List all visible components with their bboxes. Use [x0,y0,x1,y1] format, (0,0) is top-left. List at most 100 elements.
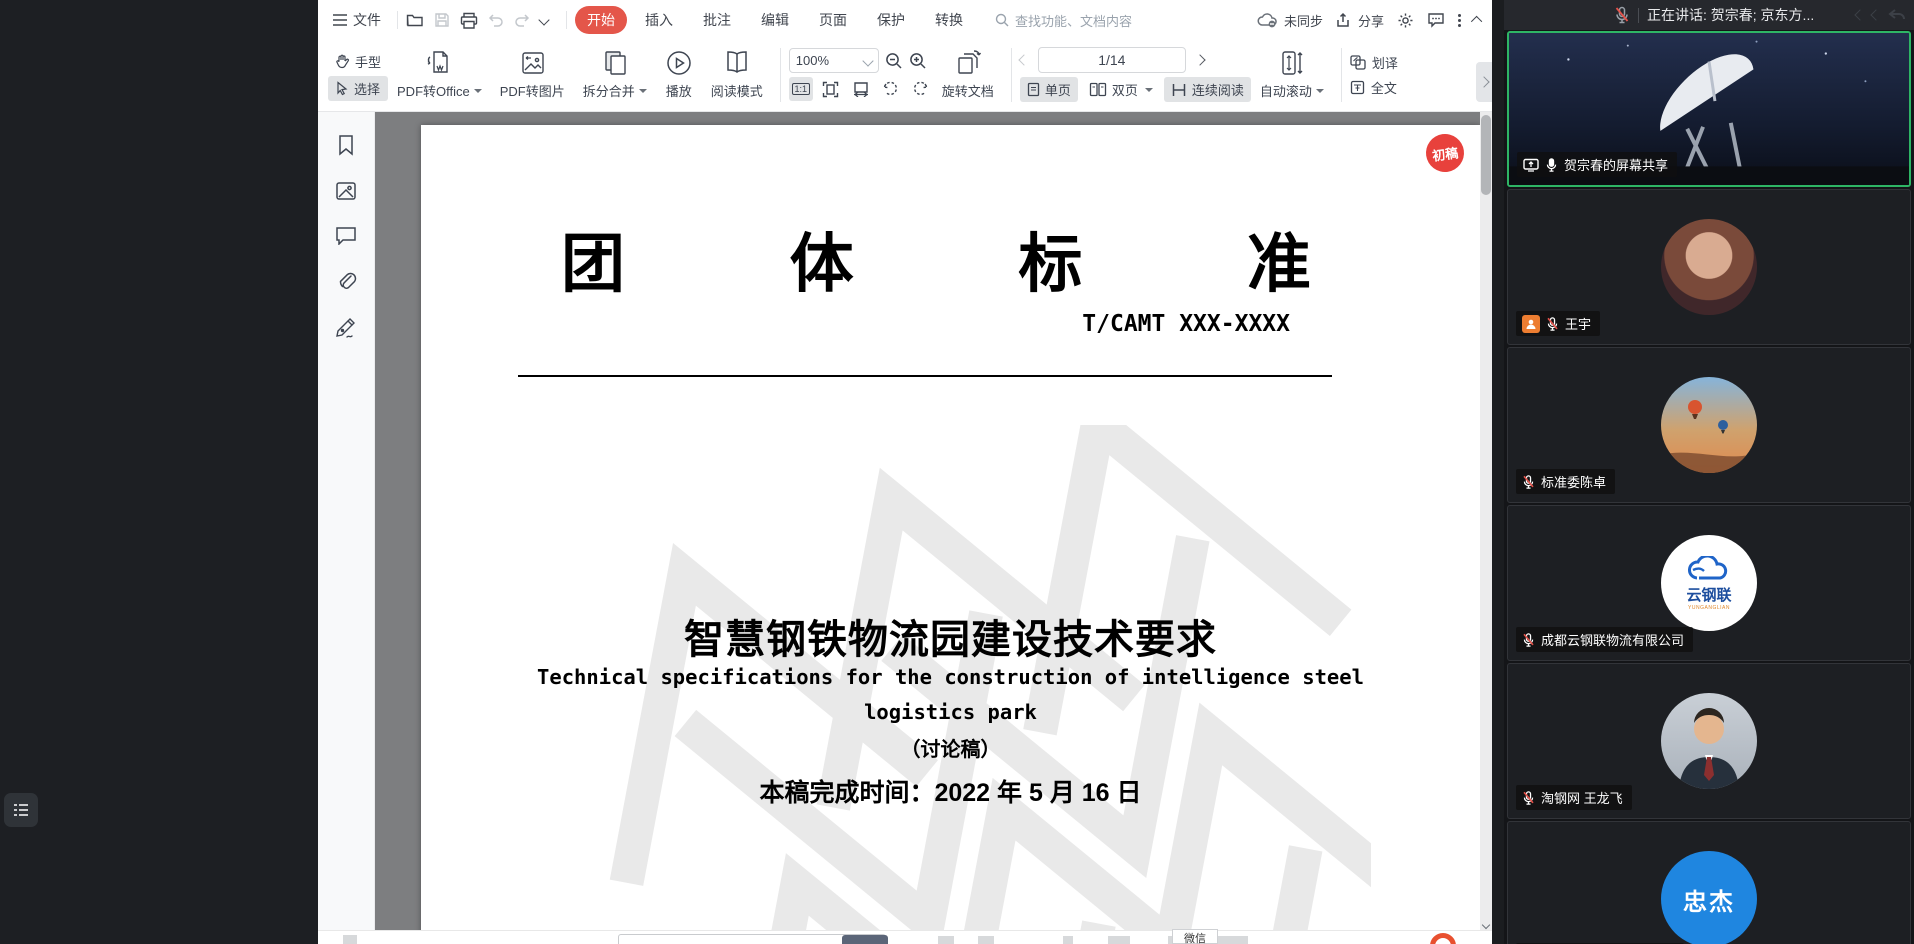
tab-page[interactable]: 页面 [807,6,859,34]
statusbar-stub-icon [1063,936,1073,944]
vertical-scrollbar[interactable] [1480,112,1492,944]
desktop-left-strip [0,0,318,944]
translate-word-button[interactable]: 划译 [1350,53,1398,72]
single-page-label: 单页 [1045,80,1071,99]
share-label[interactable]: 分享 [1358,11,1384,30]
select-tool-button[interactable]: 选择 [328,76,388,101]
page-indicator[interactable]: 1/14 [1038,47,1186,73]
read-mode-button[interactable]: 阅读模式 [702,42,772,107]
settings-gear-icon[interactable] [1397,12,1414,29]
search-input[interactable]: 查找功能、文档内容 [995,11,1185,30]
outline-panel-button[interactable] [4,793,38,827]
chevron-down-icon [1482,921,1490,929]
fit-width-button[interactable] [849,77,873,101]
cloud-unsynced-icon[interactable] [1257,12,1279,28]
zoom-in-icon[interactable] [909,52,927,70]
translate-full-button[interactable]: 全文 [1350,78,1398,97]
pdf-to-office-icon [424,49,454,77]
participant-tile-screenshare[interactable]: 贺宗春的屏幕共享 [1507,31,1911,187]
hand-tool-button[interactable]: 手型 [328,49,388,74]
toolbar-expander[interactable] [1476,62,1492,102]
zoom-out-icon[interactable] [885,52,903,70]
split-merge-button[interactable]: 拆分合并 [574,42,656,107]
print-icon[interactable] [460,12,478,29]
next-page-button[interactable] [1194,54,1205,65]
attachment-icon[interactable] [336,270,357,292]
rotate-right-icon[interactable] [909,77,933,101]
document-canvas[interactable]: 团 体 标 准 T/CAMT XXX-XXXX 智慧钢铁物流园建设技术要求 Te… [375,112,1492,944]
participant-tile[interactable]: 王宇 [1507,189,1911,345]
file-menu-label: 文件 [353,10,381,30]
quick-access-caret[interactable] [538,14,549,25]
prev-page-button[interactable] [1018,54,1029,65]
ribbon-toolbar: 手型 选择 PDF转Office [318,40,1492,112]
tab-convert[interactable]: 转换 [923,6,975,34]
menubar: 文件 开始 插入 批注 编辑 页面 保护 转换 [318,0,1492,40]
reply-arrow-icon [1888,8,1906,22]
participant-tile[interactable]: 忠杰 北方恒达物流园 韩思杰 [1507,821,1911,944]
participant-tile[interactable]: 云钢联 YUNGANGLIAN 成都云钢联物流有限公司 [1507,505,1911,661]
bookmark-icon[interactable] [336,134,356,156]
scrollbar-thumb[interactable] [1481,115,1491,195]
tab-protect[interactable]: 保护 [865,6,917,34]
tab-edit[interactable]: 编辑 [749,6,801,34]
search-placeholder: 查找功能、文档内容 [1015,11,1132,30]
participant-name: 淘钢网 王龙飞 [1541,788,1623,807]
redo-icon[interactable] [514,13,530,27]
feedback-bubble-icon[interactable] [1427,12,1445,28]
participant-tile[interactable]: 标准委陈卓 [1507,347,1911,503]
more-options-icon[interactable] [1458,14,1461,27]
statusbar-partial [318,930,1492,944]
continuous-read-button[interactable]: 连续阅读 [1164,77,1251,102]
statusbar-stub-icon [978,936,994,944]
tab-home[interactable]: 开始 [575,6,627,34]
participant-name: 标准委陈卓 [1541,472,1606,491]
single-page-button[interactable]: 单页 [1020,77,1078,102]
comment-panel-icon[interactable] [335,226,357,245]
signature-icon[interactable] [335,317,358,339]
tab-insert[interactable]: 插入 [633,6,685,34]
document-side-rail [318,112,375,944]
pdf-to-image-button[interactable]: PDF转图片 [491,42,574,107]
auto-scroll-button[interactable]: 自动滚动 [1251,42,1333,107]
double-page-button[interactable]: 双页 [1082,77,1160,102]
search-icon [995,13,1009,27]
image-panel-icon[interactable] [335,181,357,201]
actual-size-button[interactable]: 1:1 [789,77,813,101]
page-indicator-value: 1/14 [1098,52,1125,68]
fit-page-button[interactable] [819,77,843,101]
translate-word-icon [1350,55,1366,70]
participant-name-chip: 王宇 [1516,311,1600,336]
mic-muted-icon[interactable] [1614,6,1630,24]
zoom-level-select[interactable]: 100% [789,48,879,73]
sync-status-label[interactable]: 未同步 [1284,11,1323,30]
participant-avatar [1661,693,1757,789]
translate-full-label: 全文 [1371,78,1397,97]
fit-width-icon [852,81,870,97]
statusbar-stub-icon [1108,936,1130,944]
standard-type-heading: 团 体 标 准 [561,213,1311,305]
rotate-left-icon[interactable] [879,77,903,101]
participant-name: 贺宗春的屏幕共享 [1564,155,1668,174]
statusbar-button-stub[interactable] [842,935,888,944]
participant-tile[interactable]: 淘钢网 王龙飞 [1507,663,1911,819]
play-button[interactable]: 播放 [656,42,702,107]
layout-controls[interactable] [1856,8,1906,22]
open-file-icon[interactable] [406,12,424,28]
zoom-level-value: 100% [796,53,829,68]
undo-icon[interactable] [488,13,504,27]
person-badge-icon [1522,315,1540,333]
mic-muted-icon [1522,632,1535,648]
share-icon[interactable] [1336,12,1353,28]
participant-avatar [1661,219,1757,315]
dropdown-caret [474,89,482,93]
collapse-ribbon-icon[interactable] [1471,16,1482,27]
rotate-document-button[interactable]: 旋转文档 [933,42,1003,107]
save-icon[interactable] [434,12,450,28]
participant-name-chip: 淘钢网 王龙飞 [1516,785,1632,810]
tab-comment[interactable]: 批注 [691,6,743,34]
main-menu-button[interactable]: 文件 [332,10,381,30]
company-logo-subtext: YUNGANGLIAN [1688,605,1730,611]
pdf-to-office-button[interactable]: PDF转Office [388,42,491,107]
play-label: 播放 [666,81,692,100]
